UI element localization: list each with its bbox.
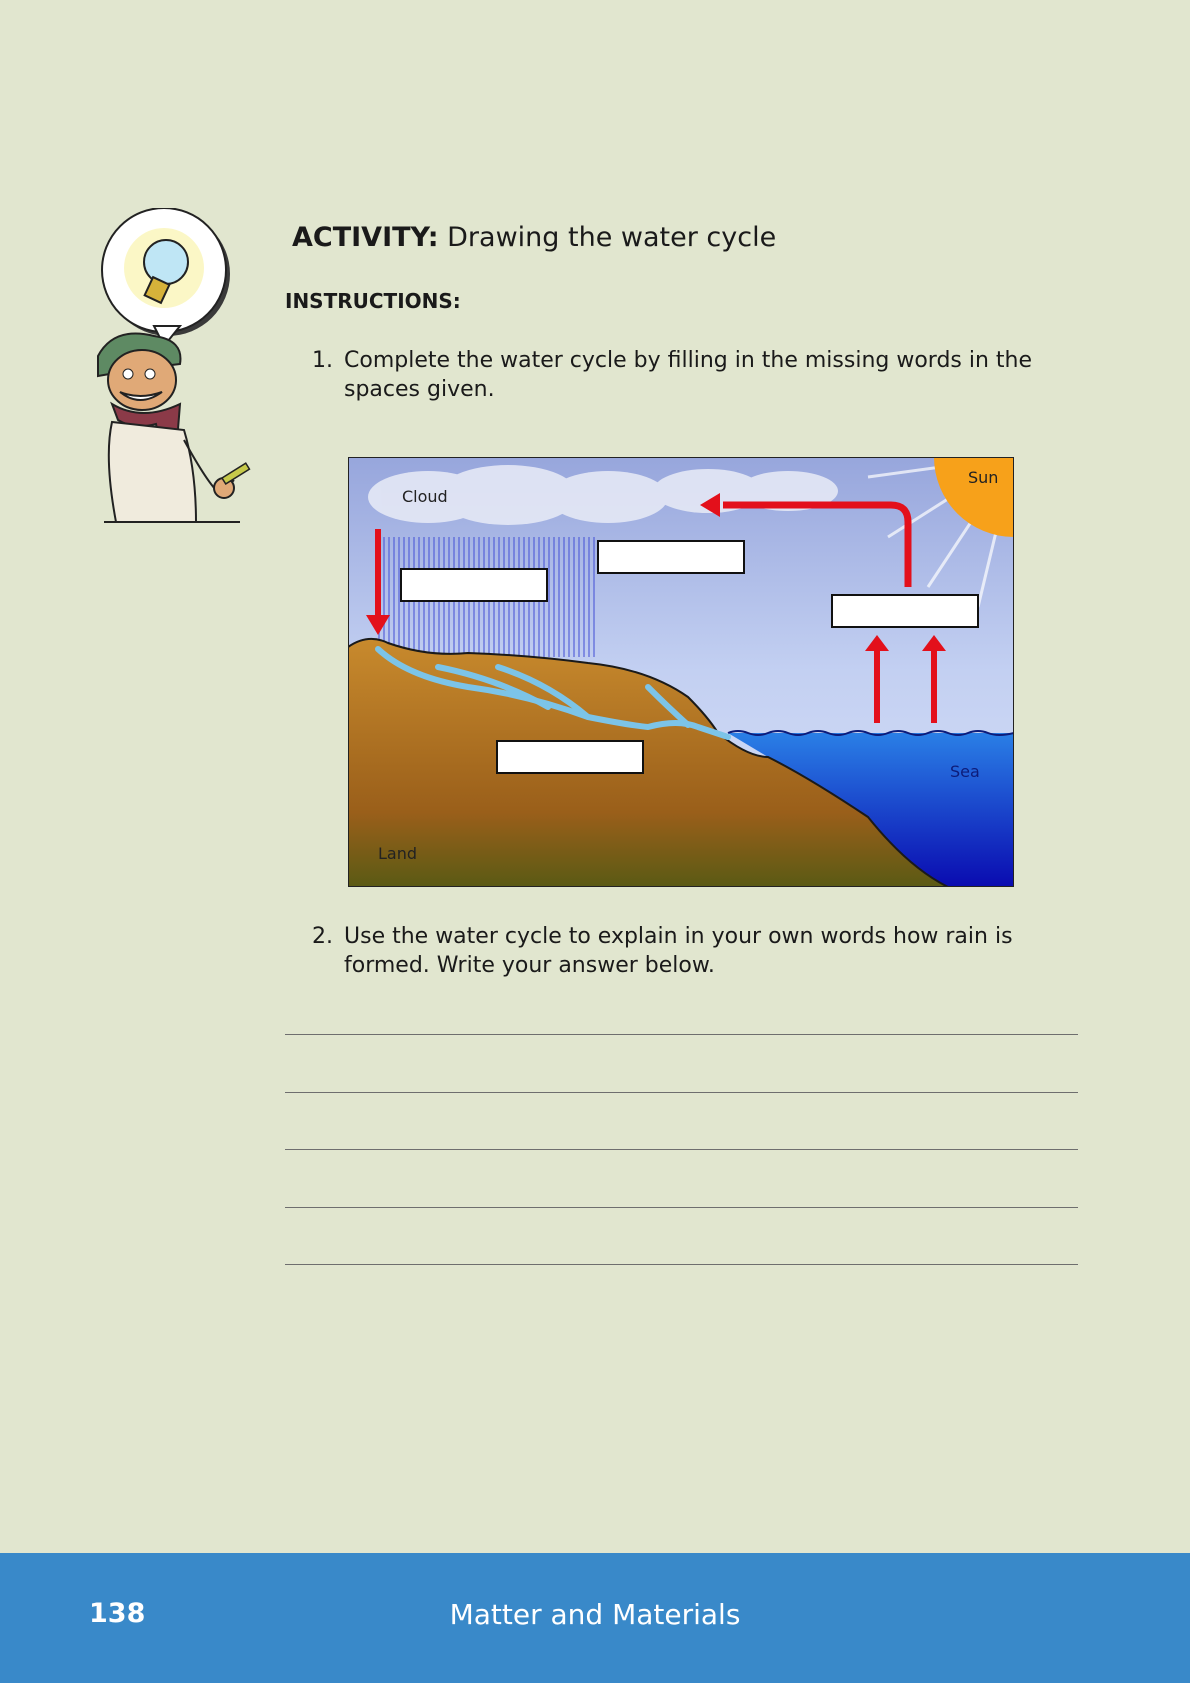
instructions-heading: INSTRUCTIONS: [285, 289, 461, 313]
footer-title: Matter and Materials [449, 1598, 741, 1631]
answer-line[interactable] [285, 1264, 1078, 1265]
label-land: Land [378, 844, 417, 863]
question-2: 2. Use the water cycle to explain in you… [312, 922, 1084, 980]
question-1: 1. Complete the water cycle by filling i… [312, 346, 1084, 404]
blank-box-condensation [597, 540, 745, 574]
answer-line[interactable] [285, 1092, 1078, 1093]
question-text: Complete the water cycle by filling in t… [344, 348, 1033, 402]
footer: 138 Matter and Materials [0, 1553, 1190, 1683]
label-cloud: Cloud [402, 487, 448, 506]
answer-line[interactable] [285, 1034, 1078, 1035]
question-text: Use the water cycle to explain in your o… [344, 924, 1013, 978]
answer-line[interactable] [285, 1207, 1078, 1208]
activity-title: ACTIVITY: Drawing the water cycle [292, 222, 776, 253]
activity-label: ACTIVITY: [292, 222, 439, 253]
blank-box-precipitation [400, 568, 548, 602]
blank-box-collection [496, 740, 644, 774]
activity-title-text: Drawing the water cycle [447, 222, 777, 253]
question-number: 2. [312, 924, 333, 949]
water-cycle-diagram: Cloud Sun Sea Land [348, 457, 1014, 887]
question-number: 1. [312, 348, 333, 373]
answer-line[interactable] [285, 1149, 1078, 1150]
mascot-illustration [97, 208, 251, 523]
blank-box-evaporation [831, 594, 979, 628]
label-sea: Sea [950, 762, 980, 781]
label-sun: Sun [968, 468, 998, 487]
